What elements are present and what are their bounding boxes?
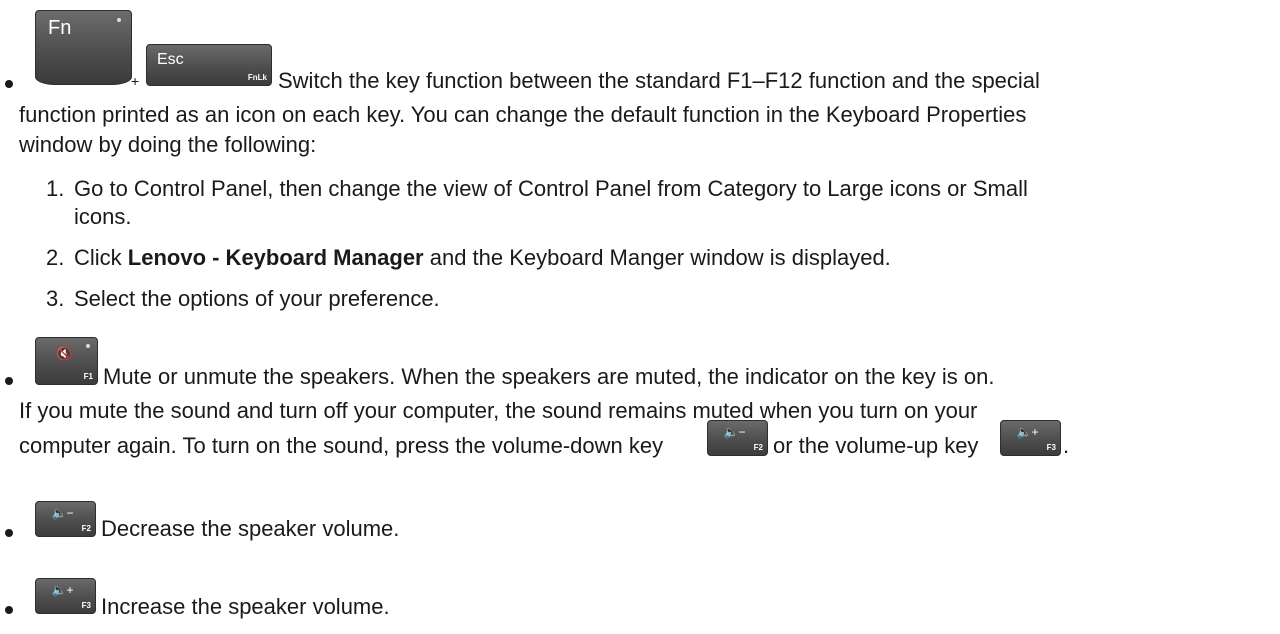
step-number: 2. (46, 245, 65, 270)
volume-down-key-icon: 🔈− F2 (707, 420, 768, 456)
speaker-volume-down-icon: 🔈− (51, 506, 74, 520)
step-2-pre: Click (74, 245, 128, 270)
mute-text-line2: If you mute the sound and turn off your … (19, 398, 978, 423)
indicator-dot (117, 18, 121, 22)
f2-key-label: F2 (753, 443, 763, 452)
speaker-volume-up-icon: 🔈+ (1016, 425, 1039, 439)
mute-text-line3-end: . (1063, 433, 1070, 458)
fn-key-label: Fn (48, 17, 72, 39)
speaker-volume-up-icon: 🔈+ (51, 583, 74, 597)
step-number: 3. (46, 286, 65, 311)
step-3-text: Select the options of your preference. (74, 286, 440, 311)
volume-down-key-icon: 🔈− F2 (35, 501, 96, 537)
esc-key-label: Esc (157, 51, 184, 68)
f2-key-label: F2 (81, 524, 91, 533)
step-1-line1: Go to Control Panel, then change the vie… (74, 176, 1028, 201)
f3-key-label: F3 (81, 601, 91, 610)
bullet (5, 529, 13, 537)
indicator-dot (86, 344, 90, 348)
mute-text-line1: Mute or unmute the speakers. When the sp… (103, 364, 995, 389)
f3-key-label: F3 (1046, 443, 1056, 452)
fnlock-text-line3: window by doing the following: (19, 132, 317, 157)
step-number: 1. (46, 176, 65, 201)
bullet (5, 80, 13, 88)
volume-up-key-icon: 🔈+ F3 (1000, 420, 1061, 456)
f1-key-label: F1 (83, 372, 93, 381)
plus-sign: + (131, 73, 140, 89)
bullet (5, 606, 13, 614)
esc-fnlock-key-icon: Esc FnLk (146, 44, 272, 86)
speaker-mute-icon: 🔇 (56, 346, 73, 361)
fnlk-key-label: FnLk (247, 73, 267, 82)
fn-key-icon: Fn (35, 10, 132, 85)
volume-down-text: Decrease the speaker volume. (101, 516, 400, 541)
mute-text-line3-mid: or the volume-up key (773, 433, 979, 458)
volume-up-text: Increase the speaker volume. (101, 594, 390, 619)
fnlock-text-line1: Switch the key function between the stan… (278, 68, 1040, 93)
step-2-text: Click Lenovo - Keyboard Manager and the … (74, 247, 891, 269)
mute-text-line3-pre: computer again. To turn on the sound, pr… (19, 433, 664, 458)
step-1-line2: icons. (74, 204, 132, 229)
speaker-volume-down-icon: 🔈− (723, 425, 746, 439)
bullet (5, 377, 13, 385)
volume-up-key-icon: 🔈+ F3 (35, 578, 96, 614)
keyboard-manager-name: Lenovo - Keyboard Manager (127, 245, 424, 270)
fnlock-text-line2: function printed as an icon on each key.… (19, 102, 1027, 127)
mute-key-icon: 🔇 F1 (35, 337, 98, 385)
step-2-post: and the Keyboard Manger window is displa… (423, 245, 891, 270)
